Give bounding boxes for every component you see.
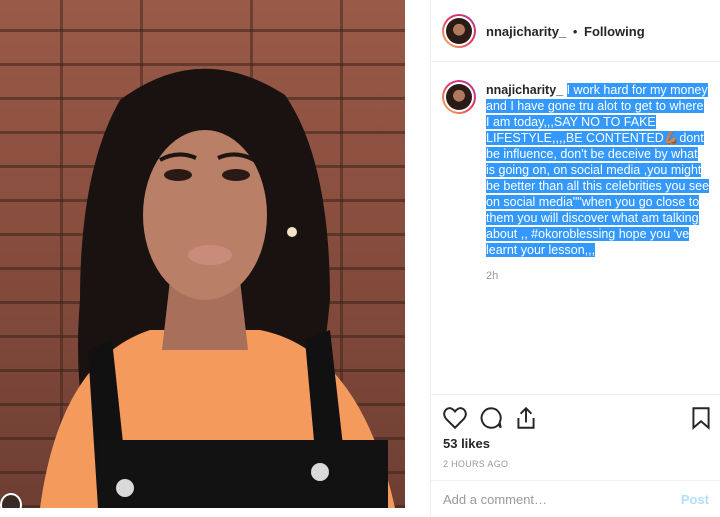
author-username[interactable]: nnajicharity_ [486,24,566,39]
post-comment-button[interactable]: Post [681,492,709,507]
post-header: nnajicharity_ • Following [431,0,720,62]
header-line: nnajicharity_ • Following [486,24,645,39]
comment-input[interactable] [443,492,663,507]
action-bar [431,394,720,438]
post-details-panel: nnajicharity_ • Following nnajicharity_ … [430,0,720,517]
likes-count[interactable]: 53 likes [443,436,490,451]
comment-bar: Post [431,480,720,517]
separator-dot: • [572,24,578,39]
post-image[interactable] [0,0,405,508]
caption-text: I work hard for my money and I have gone… [486,83,710,257]
bookmark-icon[interactable] [688,405,714,431]
caption-text-block: nnajicharity_ I work hard for my money a… [486,82,710,258]
share-icon[interactable] [513,405,539,431]
caption-username[interactable]: nnajicharity_ [486,83,563,97]
author-avatar[interactable] [442,14,476,48]
caption-avatar[interactable] [442,80,476,114]
comment-icon[interactable] [478,405,504,431]
post-timestamp: 2 HOURS AGO [443,459,509,469]
caption-timestamp: 2h [486,270,499,282]
heart-icon[interactable] [442,405,468,431]
portrait-illustration [40,68,395,508]
following-button[interactable]: Following [584,24,645,39]
